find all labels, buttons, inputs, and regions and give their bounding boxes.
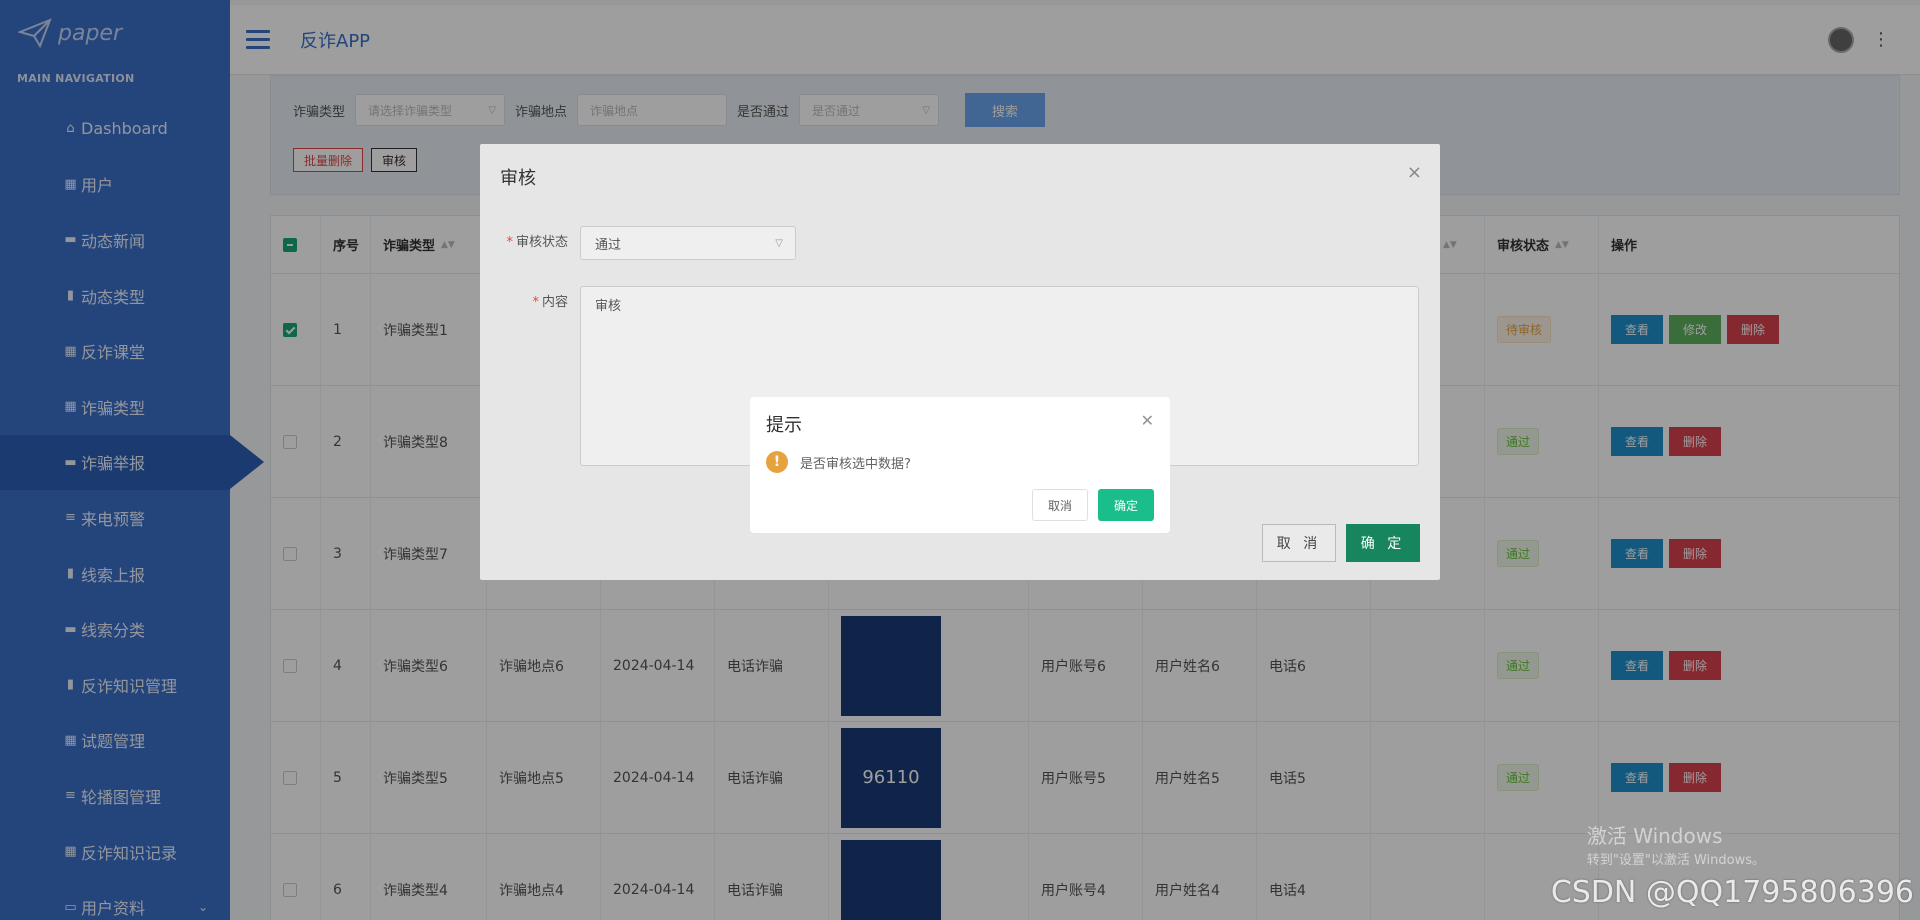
review-dialog-title: 审核 <box>500 168 536 189</box>
confirm-cancel-button[interactable]: 取消 <box>1032 489 1088 521</box>
review-ok-button[interactable]: 确 定 <box>1346 524 1420 562</box>
content-field-label: * 内容 <box>532 295 568 310</box>
warning-icon: ! <box>766 451 788 473</box>
review-status-select[interactable]: 通过 ▽ <box>580 226 796 260</box>
activation-title: 激活 Windows <box>1586 824 1723 848</box>
confirm-dialog: 提示 ✕ ! 是否审核选中数据? 取消 确定 <box>750 397 1170 533</box>
status-field-label: * 审核状态 <box>506 235 568 250</box>
content-field-label-text: 内容 <box>541 295 568 310</box>
confirm-message: 是否审核选中数据? <box>800 456 911 472</box>
status-field-label-text: 审核状态 <box>515 235 568 250</box>
watermark: CSDN @QQ1795806396 <box>1550 875 1914 910</box>
confirm-ok-button[interactable]: 确定 <box>1098 489 1154 521</box>
windows-activation-notice: 激活 Windows 转到"设置"以激活 Windows。 <box>1587 820 1765 868</box>
close-icon[interactable]: ✕ <box>1141 411 1154 430</box>
review-status-value: 通过 <box>595 237 622 253</box>
activation-subtitle: 转到"设置"以激活 Windows。 <box>1586 853 1765 868</box>
review-cancel-button[interactable]: 取 消 <box>1262 524 1336 562</box>
confirm-title: 提示 <box>766 415 802 436</box>
close-icon[interactable]: × <box>1407 162 1422 183</box>
chevron-down-icon: ▽ <box>775 237 783 249</box>
